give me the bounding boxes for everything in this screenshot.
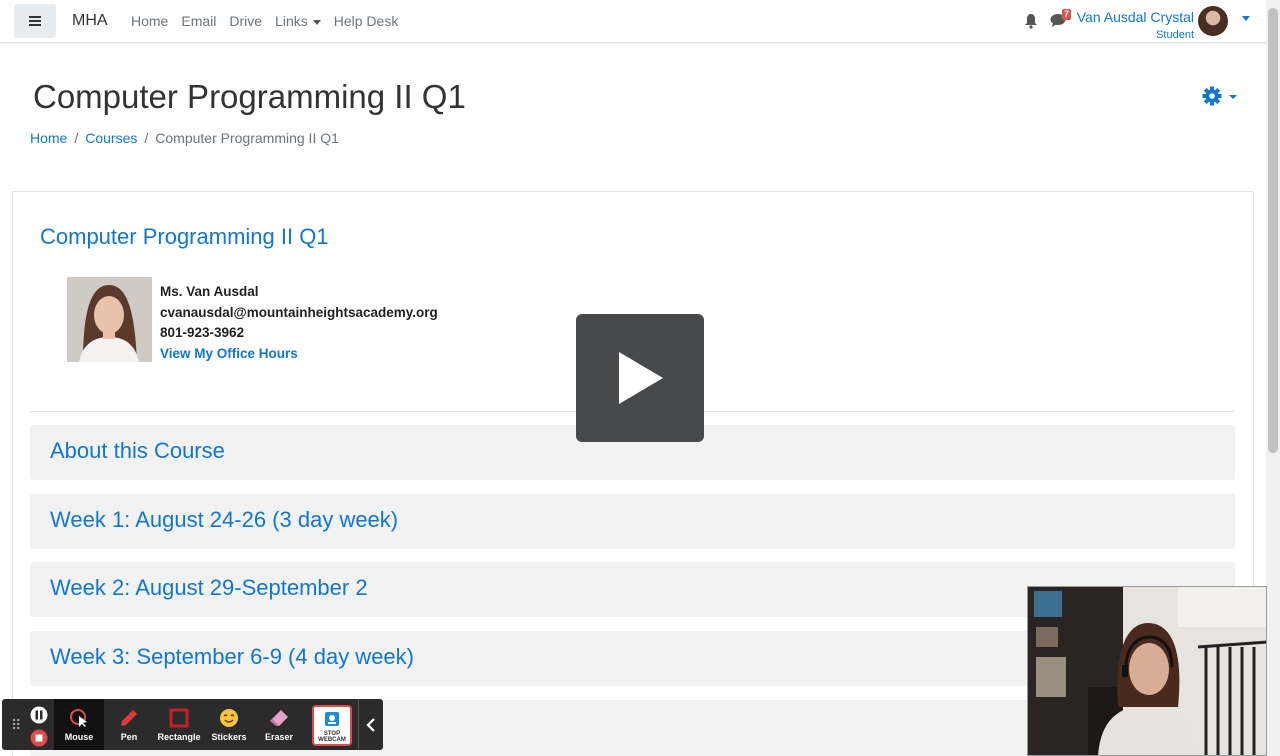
breadcrumb-separator: / bbox=[144, 130, 149, 146]
messages-count-badge: 7 bbox=[1062, 9, 1072, 20]
tool-stickers[interactable]: Stickers bbox=[204, 699, 254, 750]
teacher-phone: 801-923-3962 bbox=[160, 325, 245, 340]
stop-webcam-label: STOP WEBCAM bbox=[314, 731, 350, 743]
nav-links: Home Email Drive Links Help Desk bbox=[131, 13, 411, 29]
sticker-icon bbox=[220, 709, 238, 727]
tool-label: Pen bbox=[120, 732, 138, 742]
user-role: Student bbox=[1156, 29, 1194, 41]
nav-link-help-desk[interactable]: Help Desk bbox=[334, 13, 399, 29]
user-menu-chevron-down-icon[interactable] bbox=[1242, 16, 1250, 21]
teacher-name: Ms. Van Ausdal bbox=[160, 284, 259, 299]
collapse-toolbar-button[interactable] bbox=[358, 699, 383, 750]
bell-icon[interactable] bbox=[1024, 13, 1038, 29]
nav-link-links-label: Links bbox=[275, 13, 308, 29]
chevron-left-icon bbox=[366, 717, 375, 732]
pause-icon[interactable] bbox=[30, 706, 48, 724]
hamburger-icon bbox=[29, 16, 41, 26]
page-title: Computer Programming II Q1 bbox=[33, 78, 466, 115]
teacher-photo bbox=[67, 277, 152, 362]
tool-label: Mouse bbox=[64, 732, 94, 742]
play-icon bbox=[619, 352, 663, 404]
rectangle-icon bbox=[169, 708, 189, 728]
tool-rectangle[interactable]: Rectangle bbox=[154, 699, 204, 750]
breadcrumb-courses[interactable]: Courses bbox=[85, 130, 137, 146]
section-title: Week 1: August 24-26 (3 day week) bbox=[50, 507, 399, 532]
cursor-icon bbox=[70, 709, 87, 727]
eraser-icon bbox=[270, 710, 288, 726]
breadcrumb: Home / Courses / Computer Programming II Q1 bbox=[30, 130, 339, 146]
section-title: Week 2: August 29-September 2 bbox=[50, 575, 368, 600]
tool-pen[interactable]: Pen bbox=[104, 699, 154, 750]
nav-link-links-dropdown[interactable]: Links bbox=[275, 13, 321, 29]
breadcrumb-current: Computer Programming II Q1 bbox=[155, 130, 339, 146]
stop-webcam-button[interactable]: STOP WEBCAM bbox=[312, 705, 352, 746]
course-name-heading[interactable]: Computer Programming II Q1 bbox=[40, 224, 329, 250]
scrollbar-thumb[interactable] bbox=[1268, 8, 1278, 453]
user-name[interactable]: Van Ausdal Crystal bbox=[1077, 9, 1194, 25]
section-title: Week 3: September 6-9 (4 day week) bbox=[50, 644, 414, 669]
section-title: About this Course bbox=[50, 438, 225, 463]
stop-webcam-label-line-2: WEBCAM bbox=[318, 737, 346, 743]
nav-link-drive[interactable]: Drive bbox=[229, 13, 262, 29]
webcam-icon bbox=[325, 712, 339, 726]
chevron-down-icon bbox=[312, 19, 321, 25]
pen-icon bbox=[121, 710, 137, 726]
tool-eraser[interactable]: Eraser bbox=[254, 699, 304, 750]
gear-icon[interactable] bbox=[1202, 86, 1238, 106]
drag-handle-icon[interactable]: ⠿ bbox=[11, 717, 21, 734]
video-play-button[interactable] bbox=[576, 314, 704, 442]
teacher-email[interactable]: cvanausdal@mountainheightsacademy.org bbox=[160, 303, 438, 324]
menu-toggle-button[interactable] bbox=[14, 4, 56, 38]
tool-label: Rectangle bbox=[157, 732, 201, 742]
site-brand[interactable]: MHA bbox=[72, 12, 108, 30]
breadcrumb-separator: / bbox=[74, 130, 79, 146]
tool-label: Stickers bbox=[211, 732, 247, 742]
webcam-preview[interactable] bbox=[1027, 586, 1267, 756]
section-week-1[interactable]: Week 1: August 24-26 (3 day week) bbox=[30, 494, 1235, 549]
breadcrumb-home[interactable]: Home bbox=[30, 130, 67, 146]
tool-mouse[interactable]: Mouse bbox=[54, 699, 104, 750]
tool-label: Eraser bbox=[264, 732, 294, 742]
office-hours-link[interactable]: View My Office Hours bbox=[160, 344, 438, 365]
stop-recording-icon[interactable] bbox=[30, 729, 48, 747]
teacher-contact: Ms. Van Ausdal cvanausdal@mountainheight… bbox=[160, 282, 438, 364]
user-avatar[interactable] bbox=[1198, 6, 1228, 36]
nav-link-email[interactable]: Email bbox=[181, 13, 216, 29]
nav-link-home[interactable]: Home bbox=[131, 13, 168, 29]
